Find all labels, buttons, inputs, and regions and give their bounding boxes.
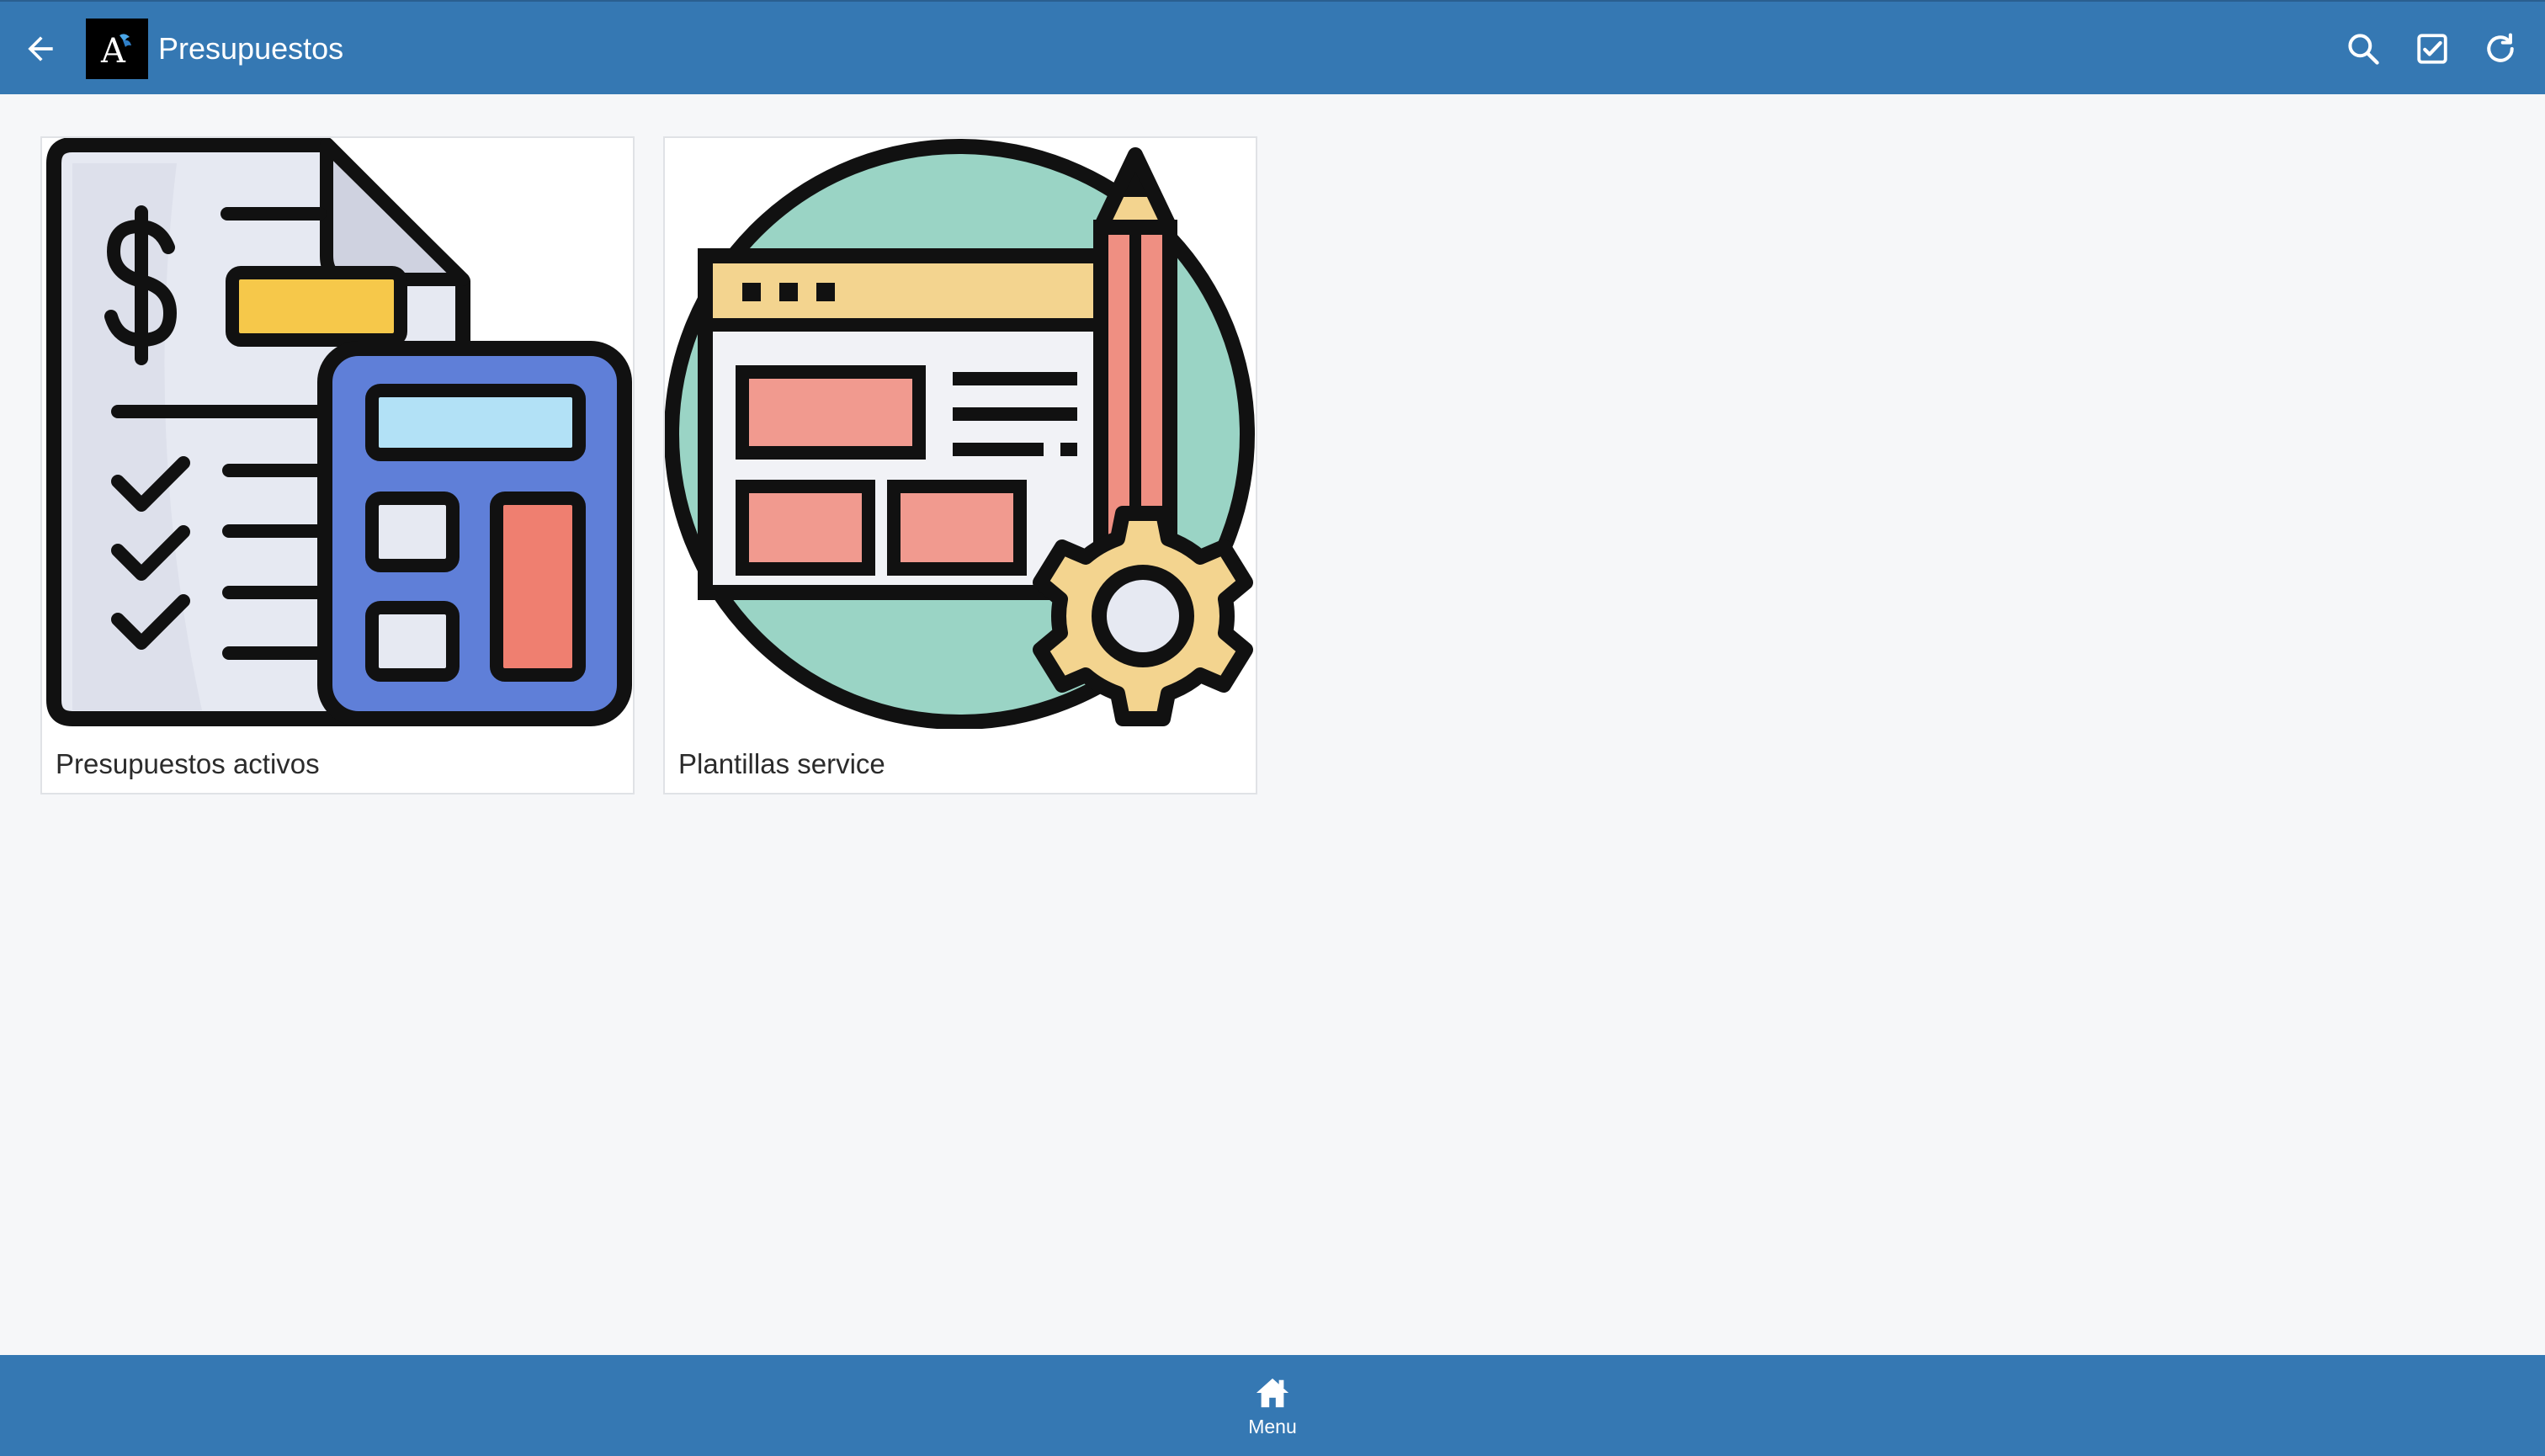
menu-button[interactable]: Menu <box>1230 1375 1315 1446</box>
bottom-nav: Menu <box>0 1355 2545 1456</box>
top-app-bar: A Presupuestos <box>0 0 2545 94</box>
budget-calculator-icon <box>46 138 632 726</box>
search-button[interactable] <box>2340 25 2387 72</box>
search-icon <box>2348 34 2379 65</box>
template-design-icon <box>665 139 1255 729</box>
app-logo: A <box>86 19 148 79</box>
card-plantillas-service[interactable]: Plantillas service <box>663 136 1257 794</box>
select-button[interactable] <box>2409 25 2456 72</box>
home-icon <box>1256 1378 1289 1408</box>
refresh-button[interactable] <box>2477 25 2524 72</box>
back-button[interactable] <box>15 24 66 74</box>
card-presupuestos-activos[interactable]: Presupuestos activos <box>40 136 635 794</box>
checkbox-icon <box>2417 34 2447 64</box>
refresh-icon <box>2487 33 2514 62</box>
card-label: Presupuestos activos <box>56 748 320 779</box>
card-label: Plantillas service <box>678 748 885 779</box>
menu-label: Menu <box>1248 1416 1297 1437</box>
page-title: Presupuestos <box>158 31 344 66</box>
arrow-left-icon <box>28 36 53 61</box>
main-content: Presupuestos activos Plantillas service <box>0 94 2545 1355</box>
